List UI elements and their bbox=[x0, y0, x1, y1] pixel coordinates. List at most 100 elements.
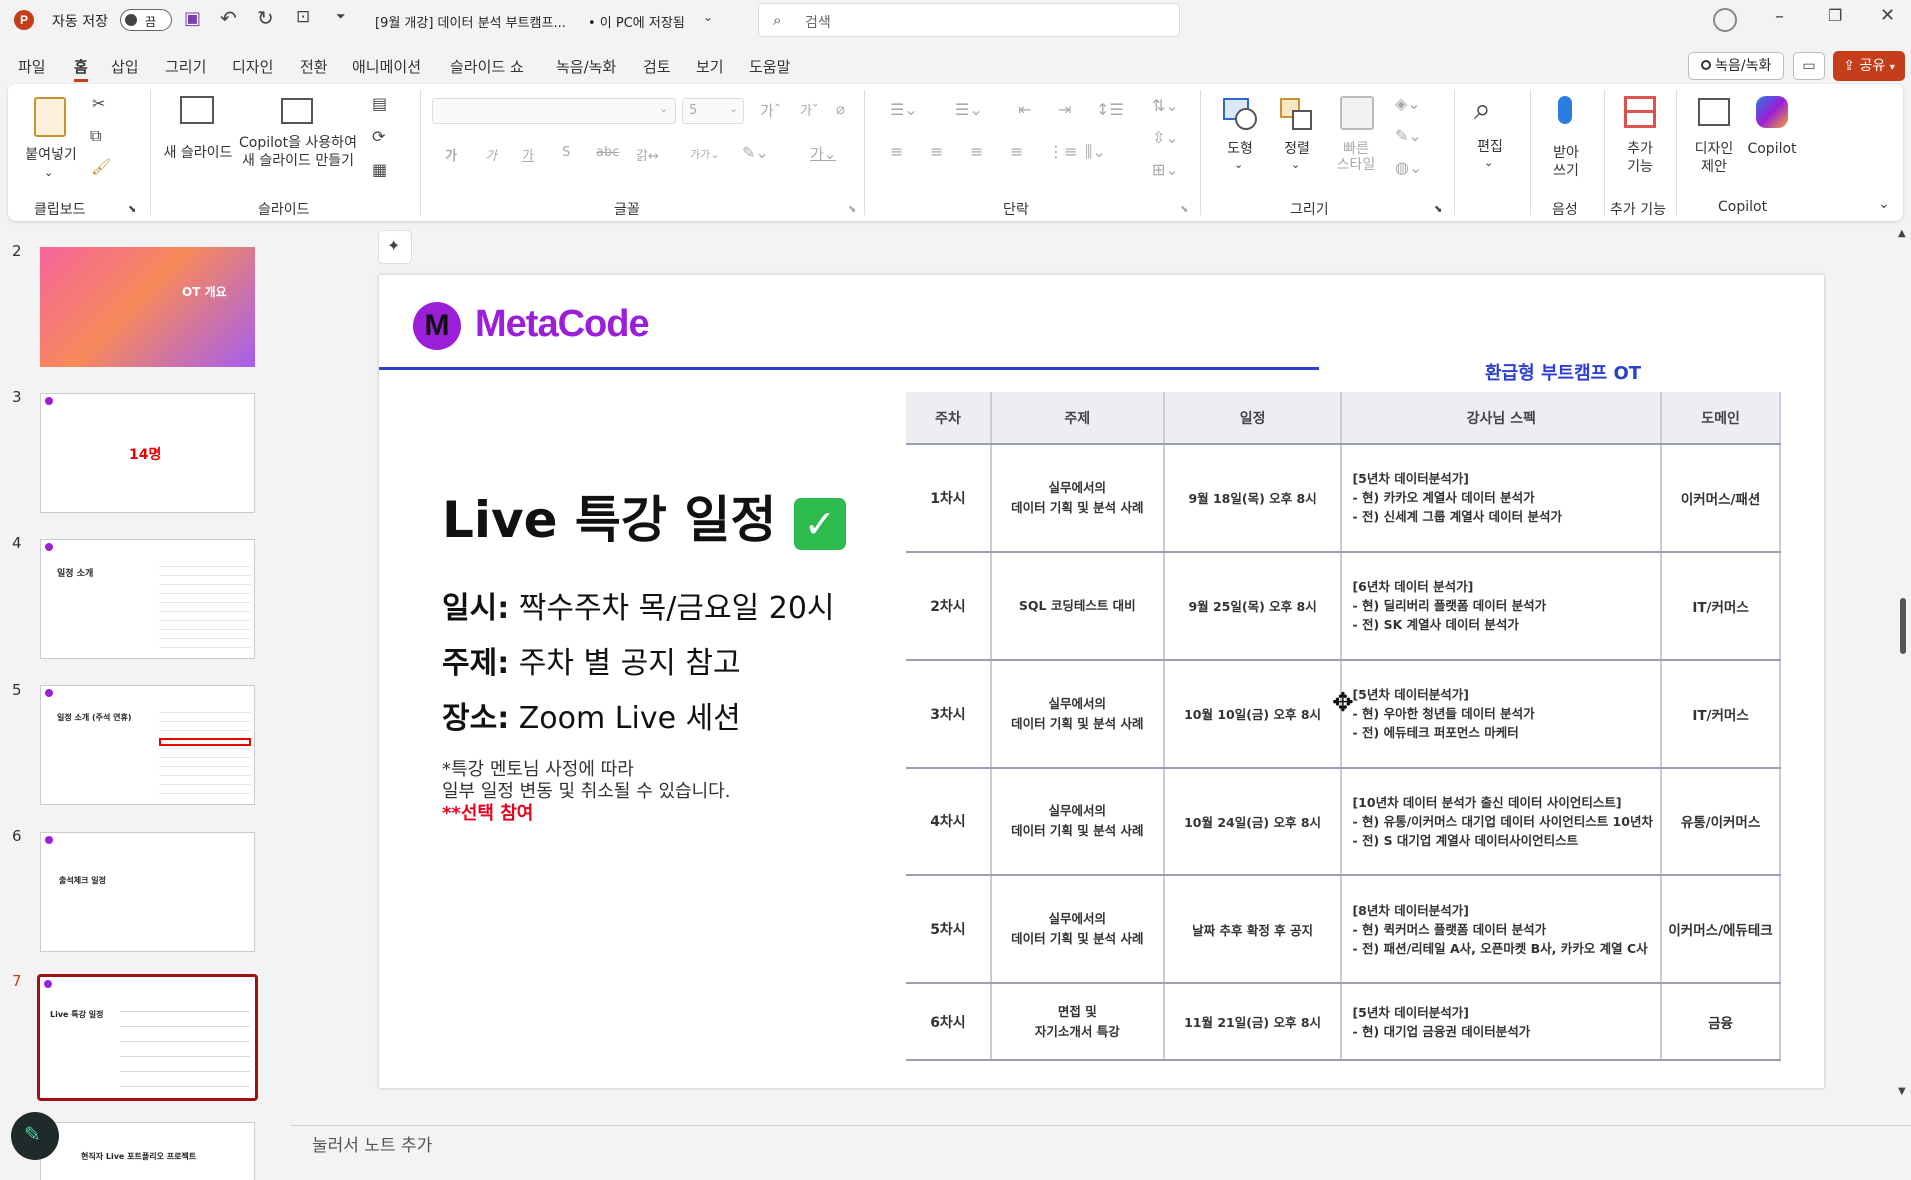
justify-icon[interactable]: ≡ bbox=[1010, 142, 1023, 161]
present-icon[interactable]: ⊡ bbox=[296, 7, 310, 27]
text-direction-icon[interactable]: ⇅⌄ bbox=[1152, 96, 1179, 115]
arrange-button[interactable]: 정렬 ⌄ bbox=[1272, 92, 1322, 182]
align-right-icon[interactable]: ≡ bbox=[970, 142, 983, 161]
scrollbar-thumb[interactable] bbox=[1900, 598, 1906, 654]
save-location[interactable]: • 이 PC에 저장됨 bbox=[588, 12, 685, 31]
menu-tab[interactable]: 애니메이션 bbox=[352, 56, 421, 77]
paste-button[interactable]: 붙여넣기 ⌄ bbox=[22, 92, 80, 182]
copilot-button[interactable]: Copilot bbox=[1744, 92, 1800, 182]
pen-tool-button[interactable]: ✎ bbox=[11, 1112, 59, 1160]
undo-icon[interactable]: ↶ bbox=[220, 6, 237, 30]
slide-thumbnail-4[interactable]: 일정 소개 bbox=[40, 539, 255, 659]
decrease-indent-icon[interactable]: ⇤ bbox=[1018, 100, 1031, 119]
dialog-launcher-icon[interactable]: ⬊ bbox=[848, 204, 856, 215]
maximize-icon[interactable]: ❐ bbox=[1828, 6, 1842, 25]
slide-thumbnail-2[interactable]: OT 개요 bbox=[40, 247, 255, 367]
format-painter-icon[interactable]: 🖌 bbox=[91, 157, 111, 176]
document-title[interactable]: [9월 개강] 데이터 분석 부트캠프... bbox=[375, 12, 566, 31]
layout-icon[interactable]: ▤ bbox=[372, 94, 387, 113]
underline-icon[interactable]: 가 bbox=[522, 145, 534, 164]
smartart-icon[interactable]: ⊞⌄ bbox=[1152, 160, 1179, 179]
slide-canvas[interactable]: M MetaCode 환급형 부트캠프 OT Live 특강 일정 ✓ 일시: … bbox=[379, 275, 1824, 1088]
menu-tab[interactable]: 도움말 bbox=[749, 56, 790, 77]
menu-tab[interactable]: 파일 bbox=[18, 56, 46, 77]
menu-tab[interactable]: 검토 bbox=[643, 56, 671, 77]
distributed-icon[interactable]: ⋮≡ bbox=[1048, 142, 1077, 161]
customize-qat-icon[interactable]: ⏷ bbox=[336, 9, 346, 24]
reset-icon[interactable]: ⟳ bbox=[372, 127, 385, 146]
strikethrough-icon[interactable]: abc bbox=[596, 145, 619, 160]
shape-fill-icon[interactable]: ◈⌄ bbox=[1395, 94, 1421, 113]
copy-icon[interactable]: ⧉ bbox=[90, 126, 101, 146]
slide-thumbnail-3[interactable]: 14명 bbox=[40, 393, 255, 513]
numbering-icon[interactable]: ☰⌄ bbox=[955, 100, 983, 119]
font-size-box[interactable]: 5 ⌄ bbox=[682, 98, 744, 124]
char-spacing-icon[interactable]: 갉↔ bbox=[636, 145, 659, 164]
record-button[interactable]: 녹음/녹화 bbox=[1688, 52, 1784, 80]
redo-icon[interactable]: ↻ bbox=[257, 6, 274, 30]
slide-thumbnail-8[interactable]: 현직자 Live 포트폴리오 프로젝트 bbox=[40, 1122, 255, 1180]
close-icon[interactable]: ✕ bbox=[1880, 5, 1895, 26]
menu-tab[interactable]: 전환 bbox=[300, 56, 328, 77]
scroll-up-icon[interactable]: ▲ bbox=[1898, 228, 1906, 239]
shape-effects-icon[interactable]: ◍⌄ bbox=[1395, 158, 1422, 177]
notes-pane[interactable]: 눌러서 노트 추가 bbox=[312, 1131, 432, 1156]
autosave-toggle[interactable]: 끔 bbox=[120, 9, 172, 31]
dialog-launcher-icon[interactable]: ⬊ bbox=[1180, 204, 1188, 215]
dialog-launcher-icon[interactable]: ⬊ bbox=[128, 204, 136, 215]
menu-tab[interactable]: 슬라이드 쇼 bbox=[450, 56, 524, 77]
section-icon[interactable]: ▦ bbox=[372, 160, 387, 179]
account-avatar-icon[interactable] bbox=[1713, 8, 1737, 32]
menu-tab[interactable]: 그리기 bbox=[165, 56, 206, 77]
shrink-font-icon[interactable]: 가ˇ bbox=[800, 100, 818, 119]
comments-button[interactable]: ▭ bbox=[1793, 52, 1825, 80]
align-center-icon[interactable]: ≡ bbox=[930, 142, 943, 161]
copilot-new-slide-button[interactable]: Copilot을 사용하여 새 슬라이드 만들기 bbox=[236, 92, 360, 182]
grow-font-icon[interactable]: 가ˆ bbox=[760, 100, 781, 121]
minimize-icon[interactable]: – bbox=[1775, 6, 1784, 27]
slide-thumbnail-5[interactable]: 일정 소개 (주석 연휴) bbox=[40, 685, 255, 805]
align-left-icon[interactable]: ≡ bbox=[890, 142, 903, 161]
search-box[interactable]: ⌕ 검색 bbox=[758, 3, 1180, 37]
editing-button[interactable]: ⌕ 편집 ⌄ bbox=[1464, 92, 1516, 182]
share-button[interactable]: ⇪ 공유 ▾ bbox=[1833, 51, 1905, 81]
group-voice: 음성 bbox=[1552, 202, 1578, 218]
collapse-ribbon-icon[interactable]: ⌄ bbox=[1878, 196, 1890, 212]
highlight-icon[interactable]: ✎⌄ bbox=[742, 143, 769, 162]
slide-thumbnail-7-selected[interactable]: Live 특강 일정 bbox=[37, 974, 258, 1101]
italic-icon[interactable]: 가 bbox=[485, 145, 497, 164]
font-name-box[interactable]: ⌄ bbox=[432, 98, 676, 124]
bold-icon[interactable]: 가 bbox=[445, 145, 457, 164]
vertical-scrollbar[interactable]: ▲ ▼ bbox=[1894, 228, 1911, 1100]
chevron-down-icon[interactable]: ⌄ bbox=[703, 10, 713, 24]
spec-line: - 현) 대기업 금융권 데이터분석가 bbox=[1352, 1023, 1531, 1039]
menu-tab[interactable]: 홈 bbox=[74, 56, 88, 82]
change-case-icon[interactable]: 가가⌄ bbox=[690, 146, 719, 162]
new-slide-button[interactable]: 새 슬라이드 bbox=[158, 92, 238, 182]
menu-tab[interactable]: 보기 bbox=[696, 56, 724, 77]
cut-icon[interactable]: ✂ bbox=[92, 94, 105, 113]
increase-indent-icon[interactable]: ⇥ bbox=[1058, 100, 1071, 119]
slide-thumbnail-6[interactable]: 출석체크 일정 bbox=[40, 832, 255, 952]
bullets-icon[interactable]: ☰⌄ bbox=[890, 100, 918, 119]
menu-tab[interactable]: 삽입 bbox=[111, 56, 139, 77]
addins-button[interactable]: 추가 기능 bbox=[1612, 92, 1668, 182]
shape-outline-icon[interactable]: ✎⌄ bbox=[1395, 126, 1422, 145]
designer-button[interactable]: 디자인 제안 bbox=[1686, 92, 1742, 182]
shadow-icon[interactable]: S bbox=[562, 145, 570, 160]
dialog-launcher-icon[interactable]: ⬊ bbox=[1434, 204, 1442, 215]
menu-tab[interactable]: 디자인 bbox=[232, 56, 273, 77]
scroll-down-icon[interactable]: ▼ bbox=[1898, 1086, 1906, 1097]
table-row: 2차시 SQL 코딩테스트 대비 9월 25일(목) 오후 8시 [6년차 데이터 분… bbox=[906, 551, 1781, 661]
align-text-icon[interactable]: ⇳⌄ bbox=[1152, 128, 1179, 147]
font-color-icon[interactable]: 가⌄ bbox=[810, 143, 836, 164]
dictate-button[interactable]: 받아 쓰기 bbox=[1538, 92, 1594, 182]
designer-sparkle-button[interactable]: ✦ bbox=[378, 230, 412, 264]
shapes-button[interactable]: 도형 ⌄ bbox=[1215, 92, 1265, 182]
line-spacing-icon[interactable]: ↕☰ bbox=[1096, 100, 1124, 119]
save-icon[interactable]: ▣ bbox=[184, 8, 201, 29]
clear-format-icon[interactable]: ⌀ bbox=[836, 100, 845, 118]
quick-styles-button[interactable]: 빠른 스타일 bbox=[1328, 92, 1384, 182]
columns-icon[interactable]: ⫼⌄ bbox=[1085, 142, 1106, 162]
menu-tab[interactable]: 녹음/녹화 bbox=[556, 56, 616, 77]
